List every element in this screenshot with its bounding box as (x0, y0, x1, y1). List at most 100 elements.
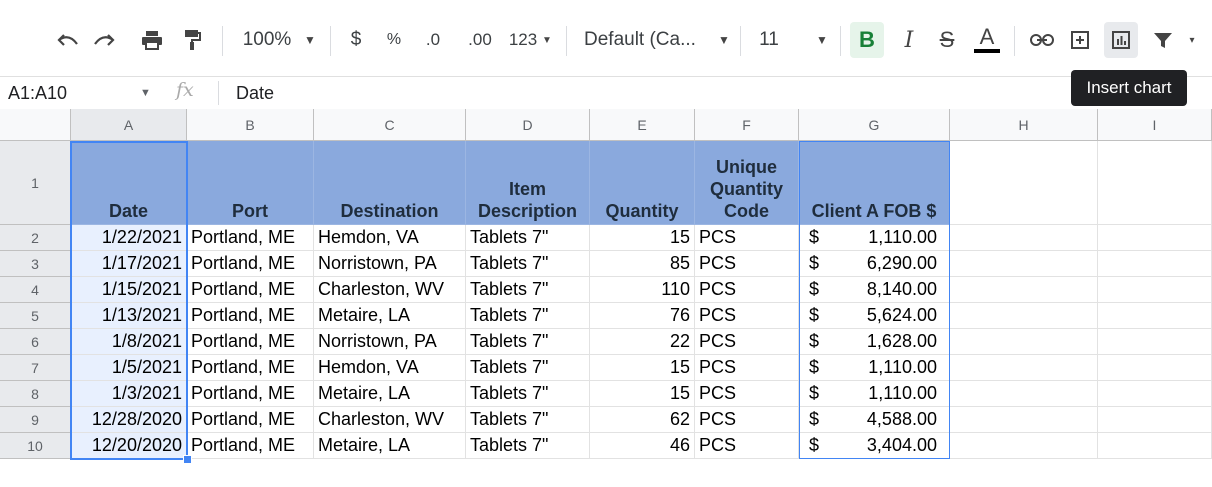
chevron-down-icon[interactable]: ▼ (300, 22, 320, 58)
code-cell[interactable]: PCS (695, 381, 799, 407)
cell[interactable] (950, 329, 1098, 355)
date-cell[interactable]: 1/13/2021 (71, 303, 187, 329)
quantity-cell[interactable]: 15 (590, 381, 695, 407)
chevron-down-icon[interactable]: ▼ (714, 22, 734, 58)
decrease-decimal-button[interactable]: .0 (418, 22, 448, 58)
row-header-1[interactable]: 1 (0, 141, 71, 225)
date-cell[interactable]: 12/20/2020 (71, 433, 187, 459)
item-cell[interactable]: Tablets 7" (466, 381, 590, 407)
cell[interactable] (950, 225, 1098, 251)
chevron-down-icon[interactable]: ▼ (540, 22, 554, 58)
italic-button[interactable]: I (894, 22, 924, 58)
text-color-button[interactable]: A (972, 22, 1002, 58)
date-cell[interactable]: 12/28/2020 (71, 407, 187, 433)
port-cell[interactable]: Portland, ME (187, 225, 314, 251)
destination-cell[interactable]: Norristown, PA (314, 251, 466, 277)
cell[interactable] (950, 141, 1098, 225)
percent-format-button[interactable]: % (384, 22, 404, 58)
item-cell[interactable]: Tablets 7" (466, 329, 590, 355)
cell[interactable] (950, 381, 1098, 407)
redo-icon[interactable] (88, 22, 120, 58)
column-header-d[interactable]: D (466, 109, 590, 141)
destination-cell[interactable]: Metaire, LA (314, 381, 466, 407)
destination-cell[interactable]: Hemdon, VA (314, 355, 466, 381)
port-cell[interactable]: Portland, ME (187, 303, 314, 329)
cell[interactable] (1098, 355, 1212, 381)
code-cell[interactable]: PCS (695, 329, 799, 355)
row-header[interactable]: 10 (0, 433, 71, 459)
cell[interactable] (1098, 251, 1212, 277)
fob-cell[interactable]: $8,140.00 (799, 277, 950, 303)
item-cell[interactable]: Tablets 7" (466, 407, 590, 433)
cell[interactable] (950, 355, 1098, 381)
destination-cell[interactable]: Hemdon, VA (314, 225, 466, 251)
column-header-b[interactable]: B (187, 109, 314, 141)
undo-icon[interactable] (52, 22, 84, 58)
quantity-cell[interactable]: 85 (590, 251, 695, 277)
code-cell[interactable]: PCS (695, 355, 799, 381)
port-cell[interactable]: Portland, ME (187, 381, 314, 407)
code-cell[interactable]: PCS (695, 277, 799, 303)
cell[interactable] (1098, 329, 1212, 355)
cell[interactable] (950, 251, 1098, 277)
cell[interactable] (1098, 381, 1212, 407)
item-cell[interactable]: Tablets 7" (466, 303, 590, 329)
fob-cell[interactable]: $1,110.00 (799, 355, 950, 381)
cell[interactable] (1098, 277, 1212, 303)
date-cell[interactable]: 1/8/2021 (71, 329, 187, 355)
name-box[interactable]: A1:A10 ▼ (2, 77, 162, 109)
quantity-cell[interactable]: 62 (590, 407, 695, 433)
quantity-cell[interactable]: 46 (590, 433, 695, 459)
select-all-corner[interactable] (0, 109, 71, 141)
cell[interactable] (1098, 141, 1212, 225)
fob-cell[interactable]: $1,628.00 (799, 329, 950, 355)
date-cell[interactable]: 1/3/2021 (71, 381, 187, 407)
insert-chart-icon[interactable] (1104, 22, 1138, 58)
currency-format-button[interactable]: $ (346, 22, 366, 58)
column-header-c[interactable]: C (314, 109, 466, 141)
row-header[interactable]: 6 (0, 329, 71, 355)
bold-button[interactable]: B (850, 22, 884, 58)
link-icon[interactable] (1026, 22, 1058, 58)
header-cell-destination[interactable]: Destination (314, 141, 466, 225)
column-header-f[interactable]: F (695, 109, 799, 141)
row-header[interactable]: 9 (0, 407, 71, 433)
quantity-cell[interactable]: 22 (590, 329, 695, 355)
header-cell-unique[interactable]: Unique Quantity Code (695, 141, 799, 225)
fob-cell[interactable]: $4,588.00 (799, 407, 950, 433)
port-cell[interactable]: Portland, ME (187, 433, 314, 459)
column-header-h[interactable]: H (950, 109, 1098, 141)
strikethrough-button[interactable]: S (932, 22, 962, 58)
cell[interactable] (1098, 433, 1212, 459)
cell[interactable] (950, 433, 1098, 459)
font-select[interactable]: Default (Ca... (584, 22, 720, 58)
cell[interactable] (1098, 225, 1212, 251)
quantity-cell[interactable]: 110 (590, 277, 695, 303)
item-cell[interactable]: Tablets 7" (466, 251, 590, 277)
cell[interactable] (950, 303, 1098, 329)
destination-cell[interactable]: Charleston, WV (314, 407, 466, 433)
port-cell[interactable]: Portland, ME (187, 355, 314, 381)
cell[interactable] (950, 277, 1098, 303)
header-cell-date[interactable]: Date (71, 141, 187, 225)
paint-format-icon[interactable] (176, 22, 208, 58)
print-icon[interactable] (136, 22, 168, 58)
row-header[interactable]: 8 (0, 381, 71, 407)
zoom-select[interactable]: 100% (238, 22, 296, 58)
item-cell[interactable]: Tablets 7" (466, 355, 590, 381)
quantity-cell[interactable]: 76 (590, 303, 695, 329)
header-cell-fob[interactable]: Client A FOB $ (799, 141, 950, 225)
header-cell-port[interactable]: Port (187, 141, 314, 225)
port-cell[interactable]: Portland, ME (187, 251, 314, 277)
row-header[interactable]: 7 (0, 355, 71, 381)
fob-cell[interactable]: $6,290.00 (799, 251, 950, 277)
row-header[interactable]: 4 (0, 277, 71, 303)
code-cell[interactable]: PCS (695, 407, 799, 433)
cell[interactable] (950, 407, 1098, 433)
item-cell[interactable]: Tablets 7" (466, 277, 590, 303)
destination-cell[interactable]: Norristown, PA (314, 329, 466, 355)
header-cell-item[interactable]: Item Description (466, 141, 590, 225)
comment-icon[interactable] (1064, 22, 1096, 58)
chevron-down-icon[interactable]: ▼ (140, 87, 151, 99)
destination-cell[interactable]: Metaire, LA (314, 303, 466, 329)
